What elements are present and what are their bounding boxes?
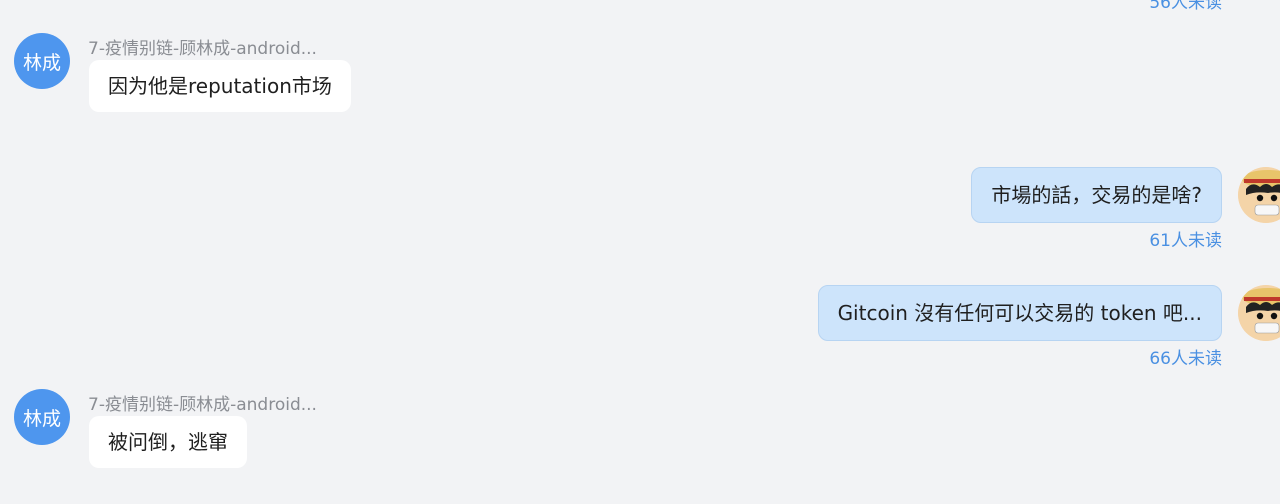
message-bubble[interactable]: Gitcoin 沒有任何可以交易的 token 吧... — [817, 285, 1222, 341]
unread-count-cutoff: 56人未读 — [1149, 0, 1222, 13]
avatar[interactable]: 林成 — [14, 33, 70, 89]
straw-hat-avatar-icon[interactable] — [1238, 167, 1280, 223]
avatar[interactable]: 林成 — [14, 389, 70, 445]
sender-name: 7-疫情别链-顾林成-android... — [88, 395, 317, 415]
message-bubble[interactable]: 被问倒，逃窜 — [89, 416, 247, 468]
message-bubble[interactable]: 市場的話，交易的是啥? — [971, 167, 1222, 223]
straw-hat-avatar-icon[interactable] — [1238, 285, 1280, 341]
message-bubble[interactable]: 因为他是reputation市场 — [89, 60, 351, 112]
sender-name: 7-疫情别链-顾林成-android... — [88, 39, 317, 59]
unread-count[interactable]: 66人未读 — [1149, 344, 1222, 369]
unread-count[interactable]: 61人未读 — [1149, 226, 1222, 251]
